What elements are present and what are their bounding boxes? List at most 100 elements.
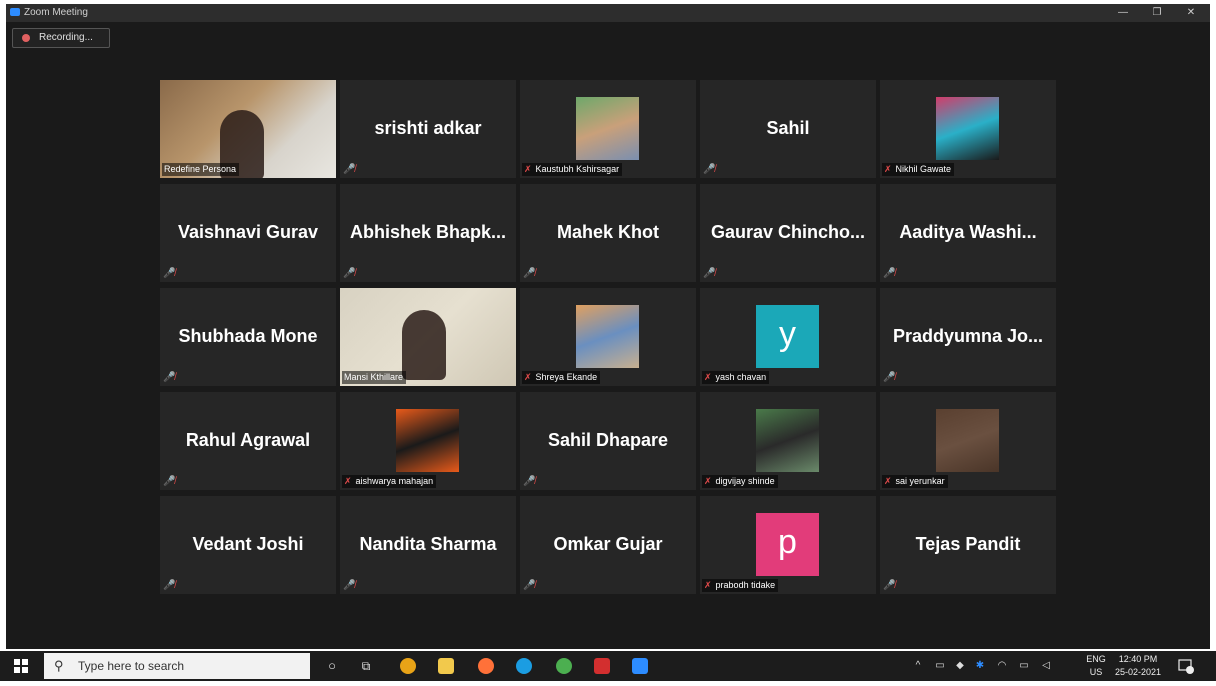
clock-time: 12:40 PM (1118, 654, 1158, 664)
participant-name: Kaustubh Kshirsagar (535, 164, 620, 174)
restore-button[interactable]: ❐ (1140, 4, 1174, 22)
mic-muted-icon: 🎤̸ (163, 580, 176, 591)
recording-indicator[interactable]: Recording... (12, 28, 110, 48)
taskbar-search-box[interactable]: ⚲ Type here to search (44, 653, 310, 679)
participant-tile[interactable]: Nandita Sharma 🎤̸ (340, 496, 516, 594)
participant-name-label: ✗ prabodh tidake (702, 579, 779, 592)
file-explorer-icon[interactable] (438, 658, 454, 674)
participant-name-label: ✗ aishwarya mahajan (342, 475, 437, 488)
windows-taskbar: ⚲ Type here to search ○ ⧉ ^ ▭ ◆ ✱ ◠ ▭ ◁ … (0, 651, 1216, 681)
mic-muted-icon: 🎤̸ (163, 476, 176, 487)
clock-date: 25-02-2021 (1114, 667, 1162, 677)
close-button[interactable]: ✕ (1174, 4, 1208, 22)
mic-muted-icon: 🎤̸ (163, 268, 176, 279)
participant-name-label: ✗ Shreya Ekande (522, 371, 601, 384)
participant-name-label: Mansi Kthillare (342, 371, 407, 384)
participant-name: Redefine Persona (164, 164, 237, 174)
mic-muted-icon: ✗ (344, 476, 352, 486)
language-indicator[interactable]: ENG US (1084, 653, 1108, 679)
mic-muted-icon: 🎤̸ (523, 268, 536, 279)
participant-tile[interactable]: Gaurav Chincho... 🎤̸ (700, 184, 876, 282)
participant-tile[interactable]: Vaishnavi Gurav 🎤̸ (160, 184, 336, 282)
participant-name: aishwarya mahajan (355, 476, 434, 486)
volume-icon[interactable]: ◁ (1040, 659, 1052, 673)
participant-name-display: Aaditya Washi... (899, 222, 1037, 242)
participant-tile[interactable]: Aaditya Washi... 🎤̸ (880, 184, 1056, 282)
participant-tile[interactable]: srishti adkar 🎤̸ (340, 80, 516, 178)
cortana-icon[interactable]: ○ (322, 651, 342, 681)
app-icon[interactable] (556, 658, 572, 674)
participant-name-display: Vedant Joshi (192, 534, 304, 554)
show-hidden-icons-icon[interactable]: ^ (912, 659, 924, 673)
participant-name-label: ✗ Nikhil Gawate (882, 163, 955, 176)
participant-tile[interactable]: Redefine Persona (160, 80, 336, 178)
participant-tile[interactable]: Omkar Gujar 🎤̸ (520, 496, 696, 594)
participant-tile[interactable]: ✗ Nikhil Gawate (880, 80, 1056, 178)
title-bar: Zoom Meeting — ❐ ✕ (6, 4, 1210, 22)
meet-now-icon[interactable]: ▭ (934, 659, 946, 673)
participant-tile[interactable]: ✗ Kaustubh Kshirsagar (520, 80, 696, 178)
participant-name-label: ✗ Kaustubh Kshirsagar (522, 163, 623, 176)
windows-start-icon[interactable] (10, 651, 32, 681)
search-icon: ⚲ (54, 658, 64, 673)
participant-tile[interactable]: Mahek Khot 🎤̸ (520, 184, 696, 282)
participant-tile[interactable]: Praddyumna Jo... 🎤̸ (880, 288, 1056, 386)
participant-name-display: Praddyumna Jo... (892, 326, 1044, 346)
window-title: Zoom Meeting (24, 7, 88, 18)
minimize-button[interactable]: — (1106, 4, 1140, 22)
participant-tile[interactable]: Sahil Dhapare 🎤̸ (520, 392, 696, 490)
avatar (576, 305, 639, 368)
edge-icon[interactable] (516, 658, 532, 674)
mic-muted-icon: ✗ (704, 476, 712, 486)
search-placeholder: Type here to search (78, 659, 185, 673)
region-code: US (1089, 667, 1103, 677)
participant-tile[interactable]: p ✗ prabodh tidake (700, 496, 876, 594)
language-code: ENG (1086, 654, 1106, 664)
zoom-app-icon (10, 8, 20, 16)
participant-tile[interactable]: Abhishek Bhapk... 🎤̸ (340, 184, 516, 282)
participant-tile[interactable]: Rahul Agrawal 🎤̸ (160, 392, 336, 490)
participant-tile[interactable]: y ✗ yash chavan (700, 288, 876, 386)
avatar (936, 409, 999, 472)
participant-tile[interactable]: ✗ sai yerunkar (880, 392, 1056, 490)
mic-muted-icon: ✗ (704, 580, 712, 590)
avatar (576, 97, 639, 160)
participant-name-display: Sahil Dhapare (547, 430, 669, 450)
mic-muted-icon: 🎤̸ (343, 164, 356, 175)
participant-name-display: Rahul Agrawal (185, 430, 311, 450)
participant-name: digvijay shinde (715, 476, 775, 486)
chrome-icon[interactable] (400, 658, 416, 674)
mic-muted-icon: 🎤̸ (163, 372, 176, 383)
zoom-taskbar-icon[interactable] (632, 658, 648, 674)
mic-muted-icon: 🎤̸ (343, 580, 356, 591)
recording-label: Recording... (39, 32, 93, 43)
battery-icon[interactable]: ▭ (1018, 659, 1030, 673)
avatar (756, 409, 819, 472)
participant-name-display: Sahil (766, 118, 810, 138)
avatar (396, 409, 459, 472)
notifications-icon[interactable] (1176, 651, 1196, 681)
participant-name-display: Nandita Sharma (359, 534, 497, 554)
firefox-icon[interactable] (478, 658, 494, 674)
participant-name-display: srishti adkar (374, 118, 482, 138)
acrobat-icon[interactable] (594, 658, 610, 674)
participant-tile[interactable]: ✗ digvijay shinde (700, 392, 876, 490)
participant-tile[interactable]: Mansi Kthillare (340, 288, 516, 386)
system-clock[interactable]: 12:40 PM 25-02-2021 (1108, 653, 1168, 679)
defender-icon[interactable]: ◆ (954, 659, 966, 673)
participant-tile[interactable]: Shubhada Mone 🎤̸ (160, 288, 336, 386)
avatar: p (756, 513, 819, 576)
participant-tile[interactable]: Tejas Pandit 🎤̸ (880, 496, 1056, 594)
participant-tile[interactable]: Vedant Joshi 🎤̸ (160, 496, 336, 594)
participant-tile[interactable]: ✗ aishwarya mahajan (340, 392, 516, 490)
participant-name: prabodh tidake (715, 580, 776, 590)
avatar (936, 97, 999, 160)
bluetooth-icon[interactable]: ✱ (974, 659, 986, 673)
participant-name-display: Vaishnavi Gurav (177, 222, 319, 242)
network-icon[interactable]: ◠ (996, 659, 1008, 673)
participant-tile[interactable]: ✗ Shreya Ekande (520, 288, 696, 386)
task-view-icon[interactable]: ⧉ (356, 651, 376, 681)
participant-name: sai yerunkar (895, 476, 945, 486)
participant-tile[interactable]: Sahil 🎤̸ (700, 80, 876, 178)
participant-name-display: Omkar Gujar (553, 534, 663, 554)
